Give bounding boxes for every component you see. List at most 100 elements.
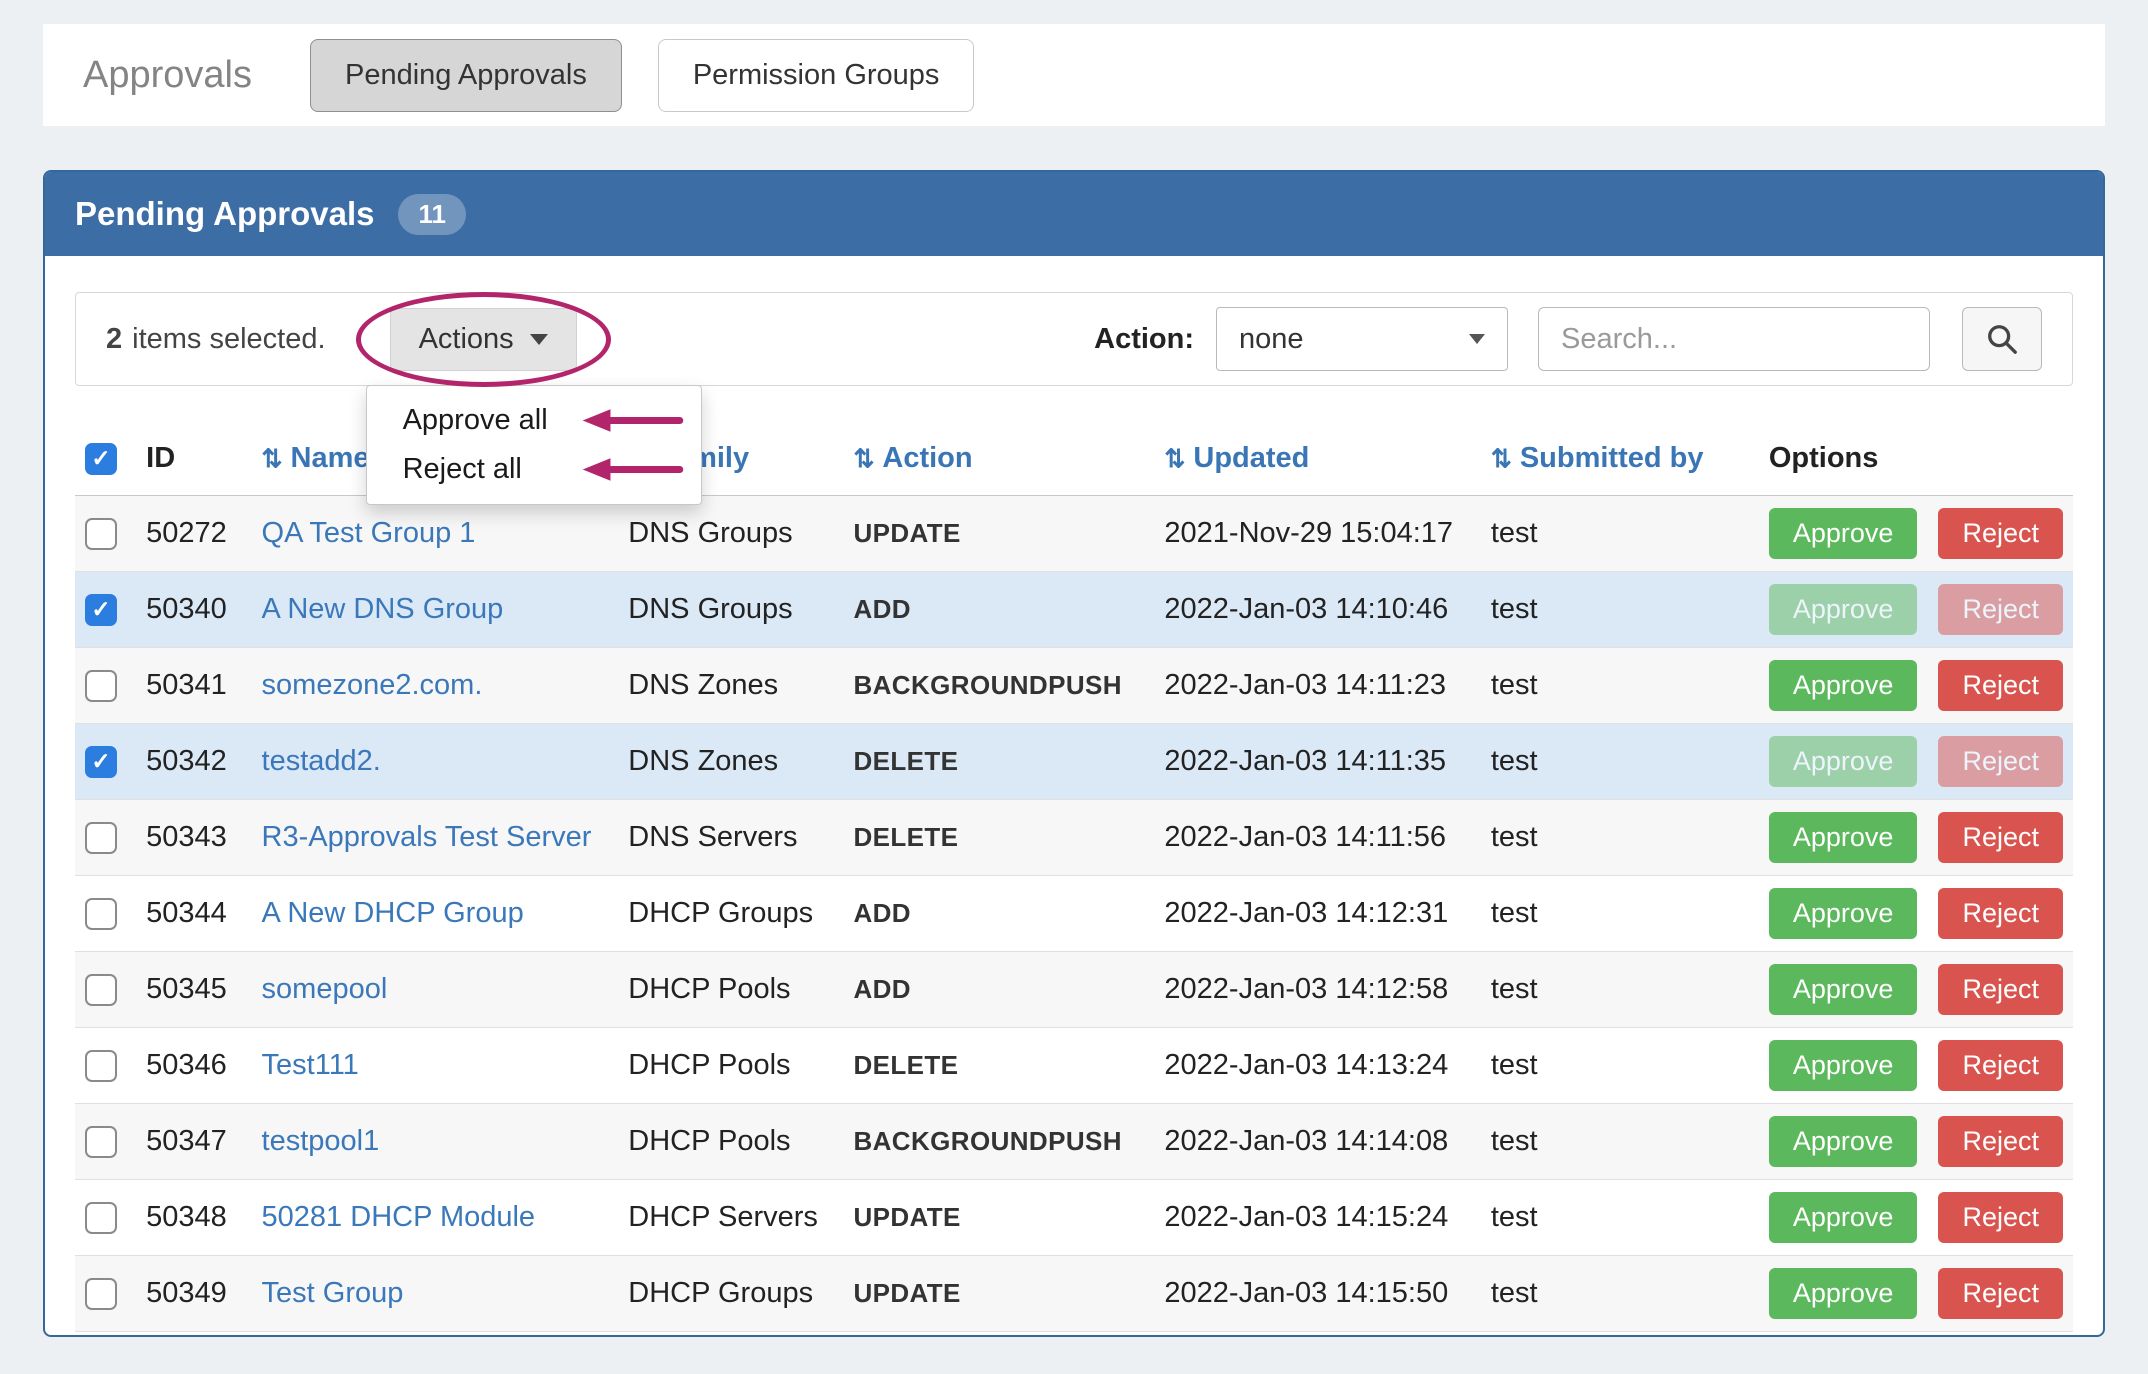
row-submitted-by: test [1481, 572, 1759, 648]
row-action: UPDATE [853, 1202, 960, 1232]
action-select-value: none [1239, 323, 1304, 356]
row-id: 50347 [136, 1104, 251, 1180]
table-row: 50343 R3-Approvals Test Server DNS Serve… [75, 800, 2073, 876]
tab-pending-approvals[interactable]: Pending Approvals [310, 39, 622, 112]
annotation-arrow-left-icon [581, 456, 685, 483]
row-name-link[interactable]: 50281 DHCP Module [262, 1201, 536, 1233]
row-action: DELETE [853, 746, 958, 776]
approve-button[interactable]: Approve [1769, 812, 1918, 863]
row-name-link[interactable]: somezone2.com. [262, 669, 483, 701]
row-id: 50341 [136, 648, 251, 724]
row-id: 50340 [136, 572, 251, 648]
approve-button[interactable]: Approve [1769, 736, 1918, 787]
reject-button[interactable]: Reject [1938, 964, 2063, 1015]
row-name-link[interactable]: A New DHCP Group [262, 897, 524, 929]
reject-button[interactable]: Reject [1938, 1192, 2063, 1243]
reject-button[interactable]: Reject [1938, 812, 2063, 863]
approve-button[interactable]: Approve [1769, 964, 1918, 1015]
sort-icon: ⇅ [262, 445, 283, 473]
menu-item-reject-all[interactable]: Reject all [367, 445, 701, 494]
approve-button[interactable]: Approve [1769, 1192, 1918, 1243]
page-title: Approvals [83, 54, 252, 97]
select-all-checkbox[interactable] [85, 443, 117, 475]
header-submitted-by[interactable]: ⇅Submitted by [1481, 422, 1759, 496]
reject-button[interactable]: Reject [1938, 1268, 2063, 1319]
approve-button[interactable]: Approve [1769, 584, 1918, 635]
reject-button[interactable]: Reject [1938, 660, 2063, 711]
reject-button[interactable]: Reject [1938, 1116, 2063, 1167]
row-name-link[interactable]: R3-Approvals Test Server [262, 821, 592, 853]
selected-count: 2 [106, 323, 122, 356]
row-checkbox[interactable] [85, 822, 117, 854]
pending-approvals-table: ID ⇅Name ⇅Family ⇅Action ⇅Updated ⇅Submi… [75, 422, 2073, 1332]
row-checkbox[interactable] [85, 1126, 117, 1158]
row-updated: 2022-Jan-03 14:12:31 [1154, 876, 1480, 952]
row-family: DHCP Groups [618, 1256, 843, 1332]
row-checkbox[interactable] [85, 974, 117, 1006]
table-row: 50341 somezone2.com. DNS Zones BACKGROUN… [75, 648, 2073, 724]
reject-button[interactable]: Reject [1938, 736, 2063, 787]
row-checkbox[interactable] [85, 1278, 117, 1310]
row-submitted-by: test [1481, 496, 1759, 572]
row-name-link[interactable]: A New DNS Group [262, 593, 504, 625]
row-name-link[interactable]: somepool [262, 973, 388, 1005]
approve-button[interactable]: Approve [1769, 660, 1918, 711]
search-button[interactable] [1962, 307, 2042, 371]
approve-button[interactable]: Approve [1769, 1116, 1918, 1167]
actions-button-label: Actions [419, 323, 514, 356]
row-updated: 2022-Jan-03 14:12:58 [1154, 952, 1480, 1028]
header-updated[interactable]: ⇅Updated [1154, 422, 1480, 496]
approve-button[interactable]: Approve [1769, 1040, 1918, 1091]
row-checkbox[interactable] [85, 898, 117, 930]
row-submitted-by: test [1481, 1256, 1759, 1332]
action-select[interactable]: none [1216, 307, 1508, 371]
row-name-link[interactable]: testadd2. [262, 745, 381, 777]
row-family: DHCP Groups [618, 876, 843, 952]
menu-item-approve-all[interactable]: Approve all [367, 396, 701, 445]
row-checkbox[interactable] [85, 746, 117, 778]
approve-button[interactable]: Approve [1769, 1268, 1918, 1319]
page: Approvals Pending Approvals Permission G… [0, 0, 2148, 1374]
row-id: 50349 [136, 1256, 251, 1332]
row-submitted-by: test [1481, 724, 1759, 800]
row-updated: 2022-Jan-03 14:15:50 [1154, 1256, 1480, 1332]
row-id: 50272 [136, 496, 251, 572]
reject-button[interactable]: Reject [1938, 584, 2063, 635]
row-checkbox[interactable] [85, 1202, 117, 1234]
header-action[interactable]: ⇅Action [843, 422, 1154, 496]
row-name-link[interactable]: Test Group [262, 1277, 404, 1309]
chevron-down-icon [1469, 334, 1485, 344]
tab-permission-groups[interactable]: Permission Groups [658, 39, 975, 112]
actions-button[interactable]: Actions [390, 308, 577, 371]
reject-button[interactable]: Reject [1938, 508, 2063, 559]
row-checkbox[interactable] [85, 1050, 117, 1082]
menu-item-label: Reject all [403, 453, 522, 486]
row-name-link[interactable]: Test111 [262, 1049, 359, 1081]
actions-menu: Approve all Reject all [366, 385, 702, 505]
row-action: UPDATE [853, 518, 960, 548]
search-input[interactable] [1538, 307, 1930, 371]
approve-button[interactable]: Approve [1769, 888, 1918, 939]
table-row: 50346 Test111 DHCP Pools DELETE 2022-Jan… [75, 1028, 2073, 1104]
search-icon [1985, 322, 2019, 356]
row-submitted-by: test [1481, 1104, 1759, 1180]
row-action: ADD [853, 594, 911, 624]
row-id: 50344 [136, 876, 251, 952]
annotation-arrow-left-icon [581, 407, 685, 434]
row-family: DNS Zones [618, 724, 843, 800]
reject-button[interactable]: Reject [1938, 1040, 2063, 1091]
row-updated: 2022-Jan-03 14:10:46 [1154, 572, 1480, 648]
row-checkbox[interactable] [85, 670, 117, 702]
approve-button[interactable]: Approve [1769, 508, 1918, 559]
actions-dropdown: Actions Approve all [390, 308, 577, 371]
row-name-link[interactable]: testpool1 [262, 1125, 380, 1157]
reject-button[interactable]: Reject [1938, 888, 2063, 939]
row-action: DELETE [853, 1050, 958, 1080]
row-action: BACKGROUNDPUSH [853, 670, 1122, 700]
row-checkbox[interactable] [85, 518, 117, 550]
row-submitted-by: test [1481, 952, 1759, 1028]
row-checkbox[interactable] [85, 594, 117, 626]
row-id: 50345 [136, 952, 251, 1028]
row-action: DELETE [853, 822, 958, 852]
row-name-link[interactable]: QA Test Group 1 [262, 517, 476, 549]
